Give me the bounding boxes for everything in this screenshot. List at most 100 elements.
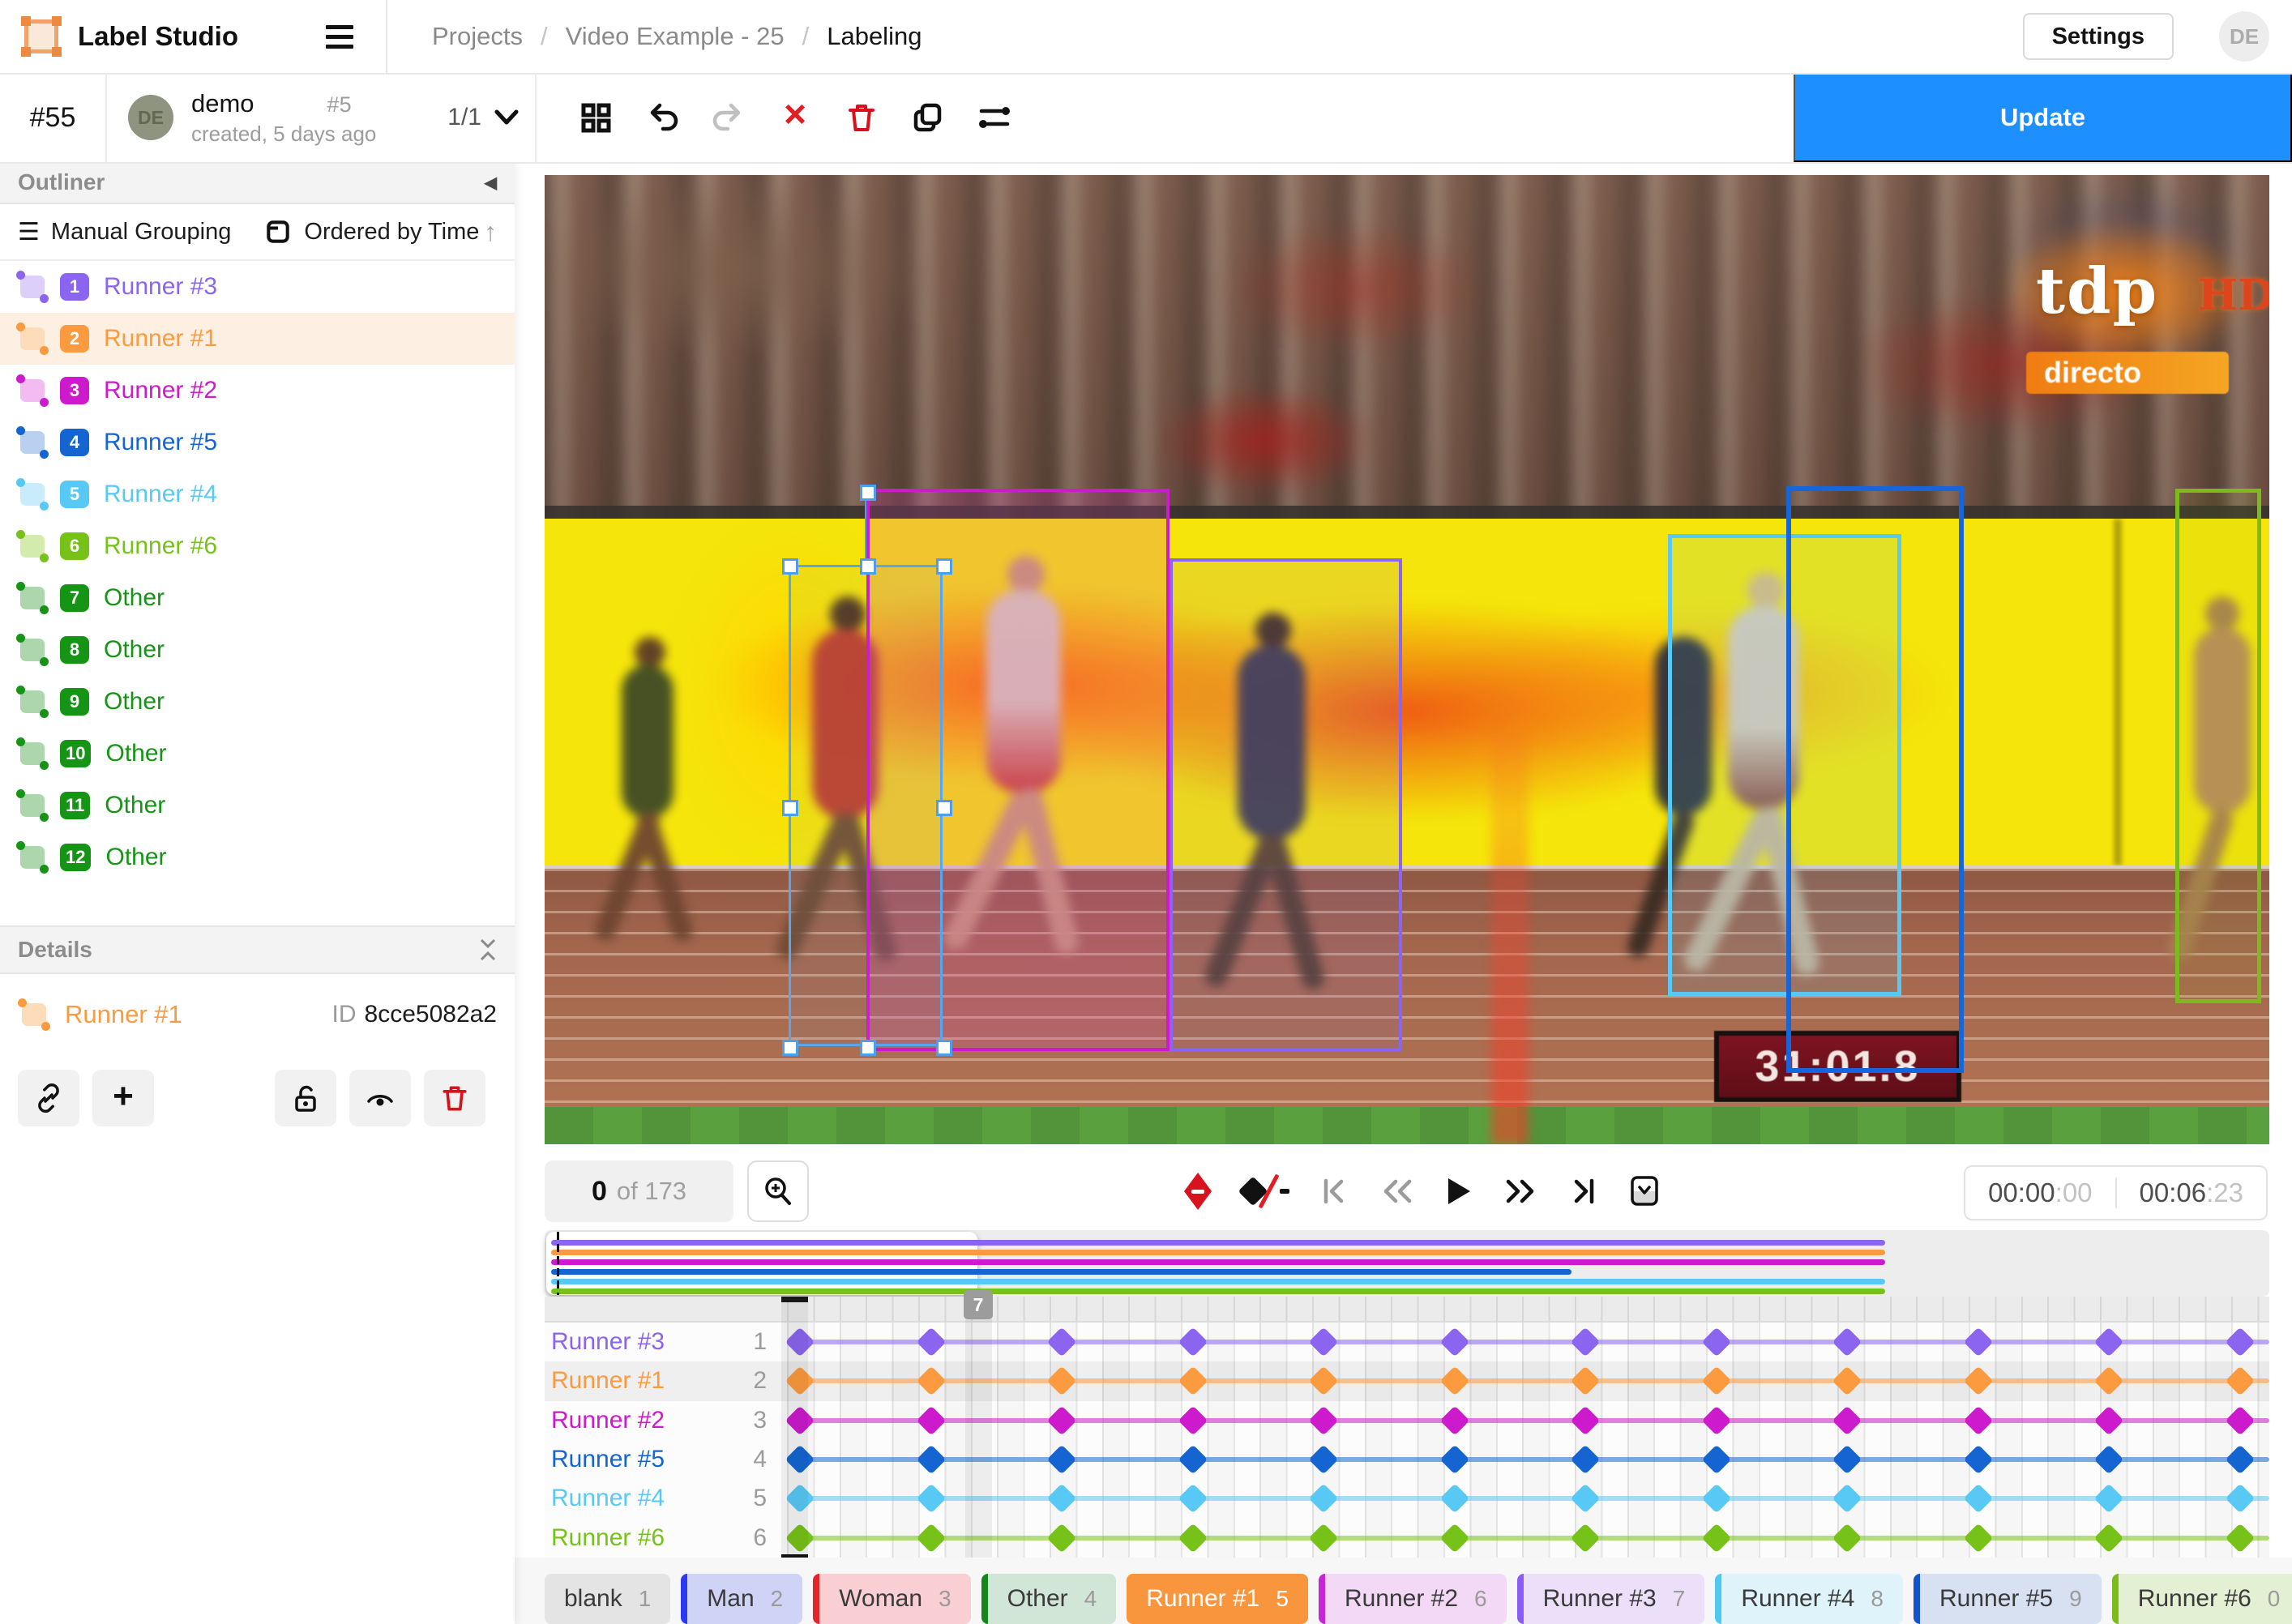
update-button[interactable]: Update xyxy=(1794,73,2292,162)
keyframe-diamond[interactable] xyxy=(1439,1405,1469,1435)
resize-handle[interactable] xyxy=(860,558,876,575)
track-label[interactable]: Runner #6 xyxy=(551,1519,665,1558)
resize-handle[interactable] xyxy=(936,558,952,575)
keyframe-diamond[interactable] xyxy=(2094,1523,2124,1553)
keyframe-diamond[interactable] xyxy=(1832,1484,1862,1514)
track-label[interactable]: Runner #5 xyxy=(551,1440,665,1479)
label-tag[interactable]: blank1 xyxy=(545,1574,670,1624)
keyframe-diamond[interactable] xyxy=(1178,1445,1208,1475)
keyframe-diamond[interactable] xyxy=(1701,1484,1731,1514)
keyframe-diamond[interactable] xyxy=(785,1405,815,1435)
outliner-region[interactable]: 7Other xyxy=(0,572,515,624)
frame-counter[interactable]: 0 of 173 xyxy=(545,1160,733,1222)
keyframe-grid[interactable]: Runner #31Runner #12Runner #23Runner #54… xyxy=(545,1323,2269,1558)
rotation-handle[interactable] xyxy=(860,485,876,501)
track-label[interactable]: Runner #2 xyxy=(551,1401,665,1440)
keyframe-diamond[interactable] xyxy=(1701,1445,1731,1475)
keyframe-diamond[interactable] xyxy=(1047,1405,1077,1435)
zoom-button[interactable] xyxy=(747,1160,809,1222)
keyframe-diamond[interactable] xyxy=(2094,1445,2124,1475)
outliner-region[interactable]: 9Other xyxy=(0,676,515,728)
keyframe-diamond[interactable] xyxy=(1963,1327,1993,1357)
outliner-region[interactable]: 11Other xyxy=(0,780,515,831)
resize-handle[interactable] xyxy=(782,800,798,816)
label-tag[interactable]: Other4 xyxy=(981,1574,1117,1624)
user-avatar[interactable]: DE xyxy=(2219,11,2269,62)
keyframe-diamond[interactable] xyxy=(916,1484,946,1514)
timeline-track-row[interactable]: Runner #31 xyxy=(545,1323,2269,1361)
keyframe-diamond[interactable] xyxy=(916,1327,946,1357)
relation-button[interactable] xyxy=(18,1070,79,1126)
annotation-cell[interactable]: DE demo #5 created, 5 days ago 1/1 xyxy=(107,73,537,162)
keyframe-remove-button[interactable] xyxy=(1184,1173,1212,1210)
track-label[interactable]: Runner #1 xyxy=(551,1361,665,1400)
label-tag[interactable]: Man2 xyxy=(681,1574,802,1624)
keyframe-diamond[interactable] xyxy=(1701,1327,1731,1357)
keyframe-diamond[interactable] xyxy=(1571,1445,1601,1475)
outliner-region[interactable]: 8Other xyxy=(0,624,515,676)
skip-to-start-button[interactable] xyxy=(1320,1177,1349,1206)
outliner-region[interactable]: 12Other xyxy=(0,831,515,883)
keyframe-diamond[interactable] xyxy=(2225,1327,2255,1357)
region-box-runner-1[interactable] xyxy=(789,565,943,1046)
label-tag[interactable]: Runner #60 xyxy=(2112,1574,2292,1624)
resize-handle[interactable] xyxy=(782,1040,798,1056)
frames-collapse-button[interactable] xyxy=(1628,1173,1661,1209)
timeline-minimap[interactable] xyxy=(545,1230,2269,1297)
keyframe-diamond[interactable] xyxy=(1832,1445,1862,1475)
keyframe-diamond[interactable] xyxy=(785,1484,815,1514)
ordering-selector[interactable]: Ordered by Time xyxy=(263,217,479,246)
keyframe-diamond[interactable] xyxy=(916,1445,946,1475)
lock-region-button[interactable] xyxy=(275,1070,336,1126)
app-logo[interactable]: Label Studio xyxy=(24,19,238,53)
keyframe-diamond[interactable] xyxy=(1047,1445,1077,1475)
keyframe-diamond[interactable] xyxy=(1309,1445,1339,1475)
timeline-track-row[interactable]: Runner #12 xyxy=(545,1361,2269,1400)
timeline-track-row[interactable]: Runner #66 xyxy=(545,1519,2269,1558)
outliner-region[interactable]: 1Runner #3 xyxy=(0,261,515,313)
breadcrumb-projects[interactable]: Projects xyxy=(432,22,523,51)
timeline-track-row[interactable]: Runner #54 xyxy=(545,1440,2269,1479)
keyframe-diamond[interactable] xyxy=(1309,1484,1339,1514)
keyframe-diamond[interactable] xyxy=(1178,1327,1208,1357)
outliner-region[interactable]: 5Runner #4 xyxy=(0,468,515,520)
keyframe-diamond[interactable] xyxy=(2094,1484,2124,1514)
keyframe-diamond[interactable] xyxy=(785,1523,815,1553)
keyframe-diamond[interactable] xyxy=(2094,1405,2124,1435)
keyframe-diamond[interactable] xyxy=(2225,1405,2255,1435)
grouping-selector[interactable]: ☰ Manual Grouping xyxy=(18,218,231,246)
sort-direction-icon[interactable]: ↑ xyxy=(484,217,497,247)
timeline-track-row[interactable]: Runner #23 xyxy=(545,1401,2269,1440)
menu-icon[interactable] xyxy=(326,25,353,49)
keyframe-diamond[interactable] xyxy=(1309,1405,1339,1435)
keyframe-diamond[interactable] xyxy=(1047,1523,1077,1553)
keyframe-diamond[interactable] xyxy=(916,1405,946,1435)
region-box-runner-3[interactable] xyxy=(1170,558,1402,1051)
track-label[interactable]: Runner #4 xyxy=(551,1479,665,1518)
rewind-button[interactable] xyxy=(1380,1177,1414,1206)
outliner-region[interactable]: 4Runner #5 xyxy=(0,417,515,468)
redo-icon[interactable] xyxy=(710,99,747,136)
keyframe-diamond[interactable] xyxy=(2225,1484,2255,1514)
keyframe-diamond[interactable] xyxy=(1963,1445,1993,1475)
region-box-runner-5[interactable] xyxy=(1786,486,1964,1073)
keyframe-diamond[interactable] xyxy=(1571,1405,1601,1435)
keyframe-diamond[interactable] xyxy=(785,1445,815,1475)
hide-region-button[interactable] xyxy=(349,1070,411,1126)
frame-ruler[interactable] xyxy=(545,1297,2269,1323)
keyframe-diamond[interactable] xyxy=(1701,1523,1731,1553)
outliner-region[interactable]: 10Other xyxy=(0,728,515,780)
reject-icon[interactable]: × xyxy=(776,99,814,136)
track-label[interactable]: Runner #3 xyxy=(551,1323,665,1361)
settings-button[interactable]: Settings xyxy=(2023,13,2174,60)
keyframe-diamond[interactable] xyxy=(2225,1523,2255,1553)
keyframe-diamond[interactable] xyxy=(916,1523,946,1553)
video-canvas[interactable]: tdp HD directo 31:01.8 xyxy=(545,175,2269,1144)
play-button[interactable] xyxy=(1445,1176,1473,1207)
delete-annotation-icon[interactable] xyxy=(843,99,880,136)
keyframe-diamond[interactable] xyxy=(2225,1445,2255,1475)
keyframe-diamond[interactable] xyxy=(1832,1405,1862,1435)
label-tag[interactable]: Woman3 xyxy=(813,1574,970,1624)
relations-icon[interactable] xyxy=(976,99,1013,136)
outliner-region[interactable]: 6Runner #6 xyxy=(0,520,515,572)
